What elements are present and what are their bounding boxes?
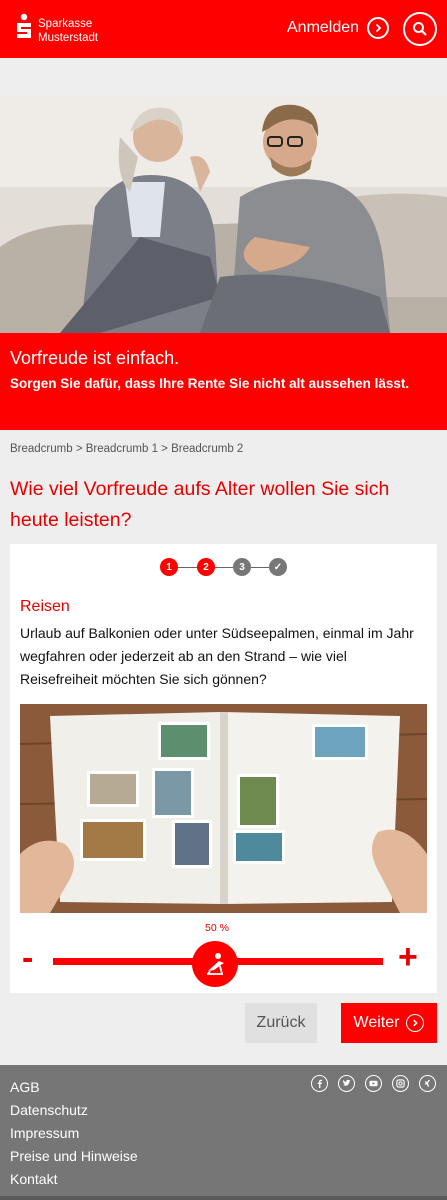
sparkasse-logo-icon[interactable] [14, 13, 34, 39]
xing-icon[interactable] [419, 1075, 436, 1092]
page-title: Wie viel Vorfreude aufs Alter wollen Sie… [10, 478, 390, 531]
footer-link-kontakt[interactable]: Kontakt [10, 1168, 138, 1191]
section-text: Urlaub auf Balkonien oder unter Südseepa… [20, 625, 414, 687]
site-header: Sparkasse Musterstadt Anmelden [0, 0, 447, 58]
site-footer: AGB Datenschutz Impressum Preise und Hin… [0, 1065, 447, 1200]
brand-line-2: Musterstadt [38, 32, 99, 44]
brand-name[interactable]: Sparkasse Musterstadt [38, 17, 98, 45]
search-button[interactable] [403, 12, 437, 46]
facebook-icon[interactable] [311, 1075, 328, 1092]
twitter-icon[interactable] [338, 1075, 355, 1092]
search-icon [413, 22, 427, 36]
login-button[interactable]: Anmelden [287, 17, 390, 39]
step-2[interactable]: 2 [197, 558, 215, 576]
slider-value-label: 50 % [205, 922, 229, 934]
chevron-right-circle-icon [367, 17, 390, 39]
next-button[interactable]: Weiter [341, 1003, 437, 1043]
beach-chair-icon [207, 953, 224, 975]
brand-line-1: Sparkasse [38, 18, 93, 30]
login-label: Anmelden [287, 19, 360, 36]
increase-button[interactable]: + [398, 940, 418, 974]
teaser-title: Vorfreude ist einfach. [10, 348, 180, 368]
next-button-label: Weiter [353, 1014, 400, 1031]
footer-link-agb[interactable]: AGB [10, 1076, 138, 1099]
breadcrumb[interactable]: Breadcrumb > Breadcrumb 1 > Breadcrumb 2 [10, 443, 243, 455]
section-title: Reisen [20, 598, 70, 615]
decrease-button[interactable]: - [22, 941, 33, 975]
footer-bottom-bar [0, 1196, 447, 1200]
teaser-banner: Vorfreude ist einfach. Sorgen Sie dafür,… [0, 333, 447, 430]
stepper-line [170, 567, 278, 568]
footer-links: AGB Datenschutz Impressum Preise und Hin… [10, 1076, 138, 1191]
chevron-right-circle-icon [406, 1014, 425, 1032]
slider-handle[interactable] [192, 941, 238, 987]
footer-link-impressum[interactable]: Impressum [10, 1122, 138, 1145]
teaser-subtitle: Sorgen Sie dafür, dass Ihre Rente Sie ni… [10, 376, 410, 391]
youtube-icon[interactable] [365, 1075, 382, 1092]
back-button-label: Zurück [256, 1014, 306, 1031]
step-1[interactable]: 1 [160, 558, 178, 576]
back-button[interactable]: Zurück [245, 1003, 317, 1043]
step-complete-check-icon[interactable]: ✓ [269, 558, 287, 576]
hero-image [0, 97, 447, 333]
calculator-card: 1 2 3 ✓ Reisen Urlaub auf Balkonien oder… [10, 544, 437, 993]
step-indicator: 1 2 3 ✓ [160, 558, 310, 578]
social-links [311, 1075, 436, 1092]
photo-album-image [20, 704, 427, 913]
step-3[interactable]: 3 [233, 558, 251, 576]
instagram-icon[interactable] [392, 1075, 409, 1092]
footer-link-preise[interactable]: Preise und Hinweise [10, 1145, 138, 1168]
footer-link-datenschutz[interactable]: Datenschutz [10, 1099, 138, 1122]
